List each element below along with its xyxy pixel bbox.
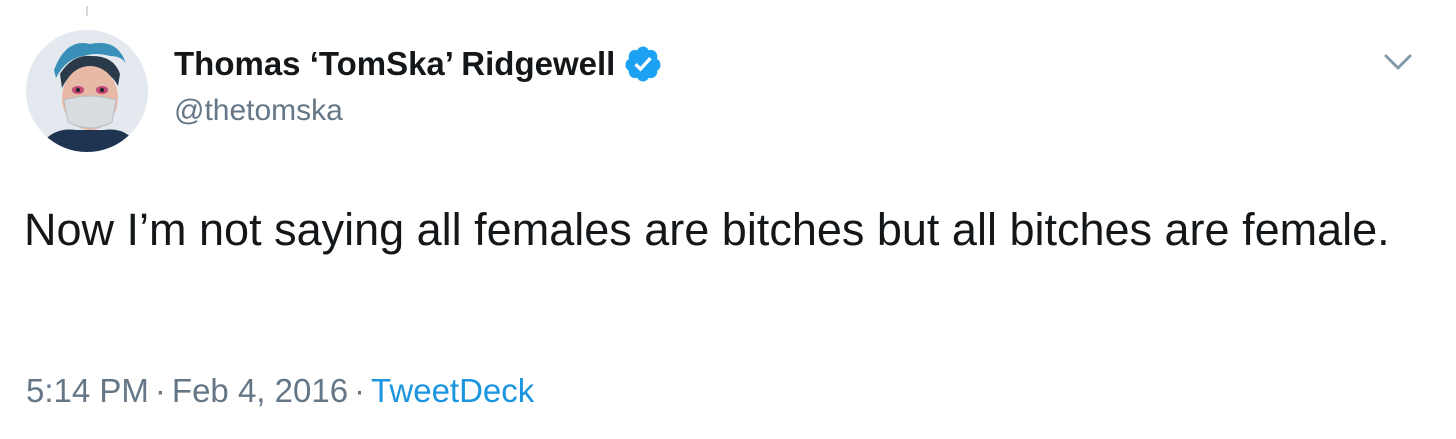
tweet-metadata: 5:14 PM · Feb 4, 2016 · TweetDeck: [26, 372, 534, 410]
tweet-time[interactable]: 5:14 PM: [26, 372, 149, 409]
divider: [86, 6, 88, 16]
tweet-text: Now I’m not saying all females are bitch…: [24, 204, 1390, 255]
author-row: Thomas ‘TomSka’ Ridgewell: [174, 42, 663, 86]
verified-badge-icon: [623, 44, 663, 84]
separator-dot: ·: [154, 372, 166, 409]
avatar[interactable]: [26, 30, 148, 152]
chevron-down-icon[interactable]: [1378, 46, 1418, 76]
avatar-image: [26, 30, 148, 152]
separator-dot: ·: [354, 372, 366, 409]
author-display-name[interactable]: Thomas ‘TomSka’ Ridgewell: [174, 45, 615, 83]
tweet-date[interactable]: Feb 4, 2016: [172, 372, 348, 409]
tweet-card: Thomas ‘TomSka’ Ridgewell @thetomska Now…: [0, 0, 1456, 439]
author-handle[interactable]: @thetomska: [174, 94, 343, 128]
tweet-source-link[interactable]: TweetDeck: [371, 372, 534, 409]
